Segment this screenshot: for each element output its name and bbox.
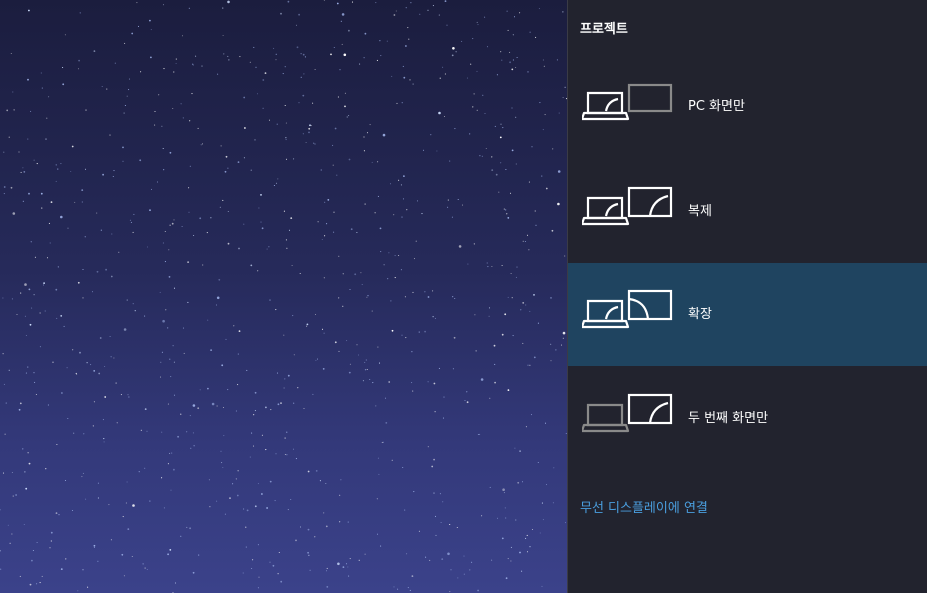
option-extend[interactable]: 확장: [568, 263, 927, 366]
option-label: PC 화면만: [688, 99, 745, 114]
option-label: 확장: [688, 307, 712, 322]
option-second-screen-only[interactable]: 두 번째 화면만: [568, 367, 927, 470]
duplicate-icon: [582, 186, 673, 226]
option-label: 복제: [688, 204, 712, 219]
panel-title: 프로젝트: [580, 22, 628, 37]
project-panel: 프로젝트 PC 화면만 복제 확장 두 번째 화면만 무선 디스플레이에 연결: [567, 0, 927, 593]
desktop-wallpaper: [0, 0, 567, 593]
extend-icon: [582, 289, 673, 329]
option-duplicate[interactable]: 복제: [568, 160, 927, 263]
connect-wireless-display-link[interactable]: 무선 디스플레이에 연결: [580, 497, 708, 516]
starry-sky-image: [0, 0, 567, 593]
option-label: 두 번째 화면만: [688, 411, 769, 426]
pc-screen-only-icon: [582, 83, 673, 121]
option-pc-screen-only[interactable]: PC 화면만: [568, 55, 927, 158]
second-screen-only-icon: [582, 393, 673, 433]
